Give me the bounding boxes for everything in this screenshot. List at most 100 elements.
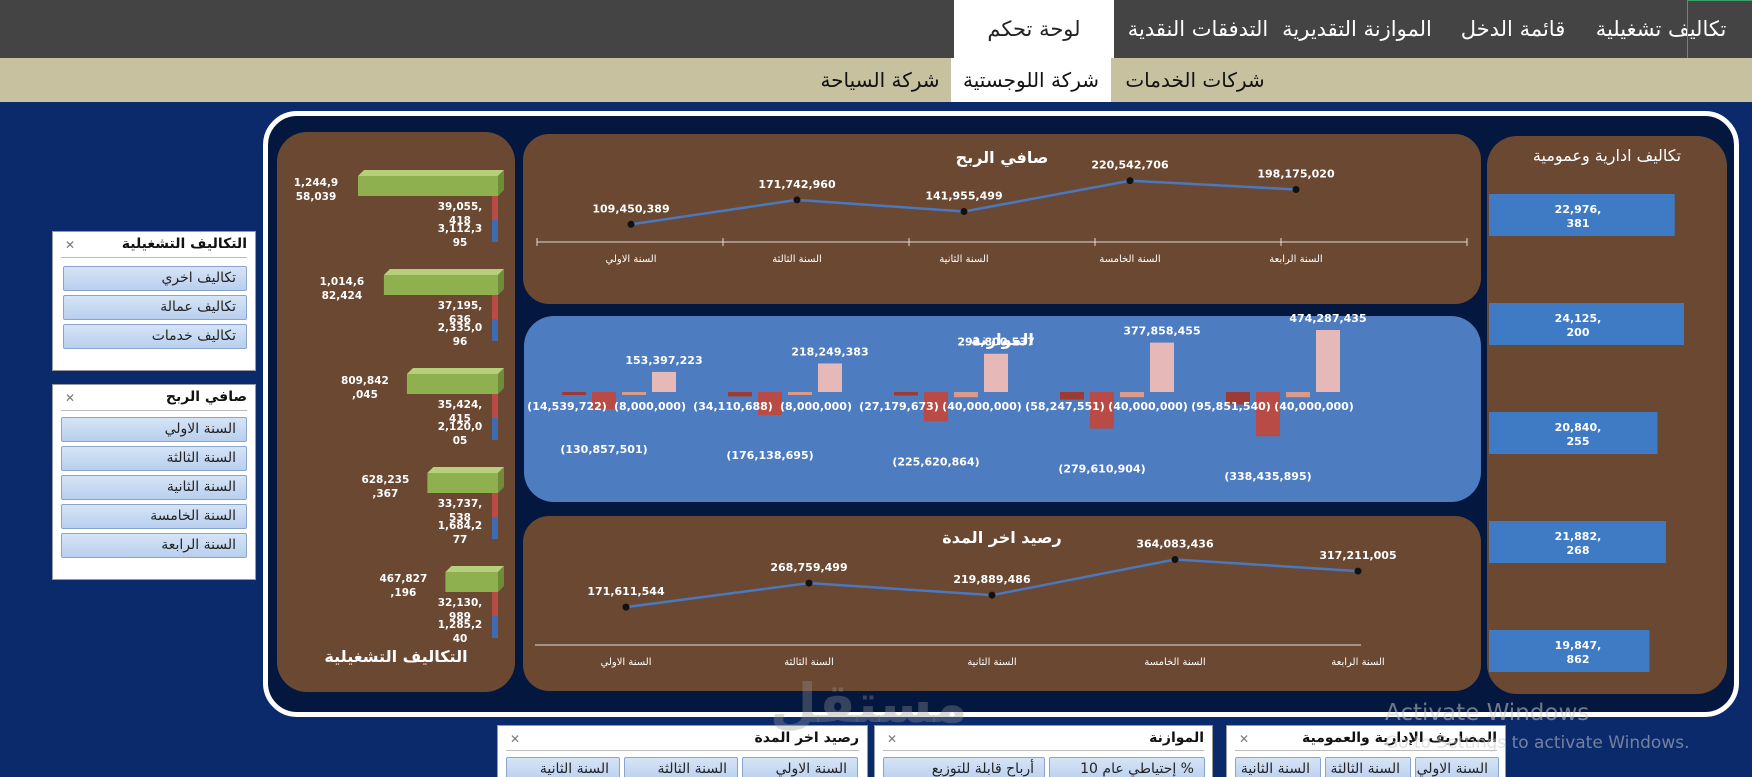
slicer-operating-costs: ✕ التكاليف التشغيلية تكاليف اخري تكاليف … [52, 231, 256, 371]
cost-data-label: 628,235,367 [361, 474, 409, 500]
admin-expenses-chart: 22,976, 38124,125, 20020,840, 25521,882, 268… [1489, 194, 1684, 672]
data-point [805, 579, 813, 587]
x-tick-label: السنة الثانية [939, 254, 988, 265]
brand-watermark: مستقل [770, 672, 968, 735]
slicer-item[interactable]: السنة الثالثة [624, 757, 738, 777]
slicer-title: الموازنة [1149, 730, 1204, 746]
x-tick-label: السنة الرابعة [1269, 254, 1322, 265]
clear-filter-icon[interactable]: ✕ [65, 238, 81, 252]
budget-bar [788, 392, 812, 395]
slicer-item[interactable]: السنة الثالثة [61, 446, 247, 471]
slicer-net-profit: ✕ صافي الربح السنة الاولي السنة الثالثة … [52, 384, 256, 580]
slicer-item[interactable]: السنة الخامسة [61, 504, 247, 529]
slicer-item[interactable]: السنة الثانية [1235, 757, 1321, 777]
budget-panel: الموازنة 153,397,223 (130,857,501) (14,539… [524, 312, 1481, 502]
cost-data-label: 1,244,9 58,039 [294, 177, 339, 203]
cost-data-label: 3,112,3 95 [438, 223, 483, 249]
slicer-item[interactable]: السنة الثانية [61, 475, 247, 500]
subtab-logistics-company[interactable]: شركة اللوجستية [951, 58, 1111, 102]
cost-bar-other [406, 374, 498, 394]
data-label: 198,175,020 [1257, 167, 1335, 180]
net-profit-panel: صافي الربح 109,450,389 السنة الاولي 171,74… [523, 134, 1481, 304]
data-point [627, 220, 635, 228]
data-label: 219,889,486 [953, 573, 1031, 586]
slicer-item[interactable]: إحتياطي عام 10 % [1049, 757, 1205, 777]
clear-filter-icon[interactable]: ✕ [65, 391, 81, 405]
slicer-divider [883, 750, 1204, 751]
slicer-divider [506, 750, 859, 751]
cost-bar-labor [492, 394, 498, 418]
budget-bar [562, 392, 586, 395]
slicer-item[interactable]: السنة الثانية [506, 757, 620, 777]
cost-data-label: 2,120,0 05 [438, 421, 483, 447]
slicer-item[interactable]: تكاليف اخري [63, 266, 247, 291]
tab-cash-flows[interactable]: التدفقات النقدية [1124, 0, 1272, 58]
budget-bar [622, 392, 646, 395]
slicer-item[interactable]: تكاليف خدمات [63, 324, 247, 349]
operating-costs-title: التكاليف التشغيلية [324, 647, 468, 666]
x-tick-label: السنة الاولي [601, 657, 652, 668]
slicer-item[interactable]: أرباح قابلة للتوزيع [883, 757, 1045, 777]
x-tick-label: السنة الرابعة [1331, 657, 1384, 668]
activation-watermark-title: Activate Windows [1385, 700, 1590, 726]
budget-data-label: 474,287,435 [1289, 312, 1366, 325]
budget-bar [818, 363, 842, 392]
admin-expenses-title: تكاليف ادارية وعمومية [1532, 146, 1682, 165]
budget-bar [894, 392, 918, 396]
cost-bar-top [445, 566, 504, 572]
budget-bar [652, 371, 676, 392]
budget-data-label: (40,000,000) [1274, 400, 1354, 413]
budget-data-label: 153,397,223 [625, 354, 702, 367]
operating-costs-panel: 1,244,9 58,039 39,055, 418 3,112,3 95 1,014,6 8… [277, 132, 515, 692]
budget-bar [954, 392, 978, 398]
x-tick-label: السنة الثالثة [784, 657, 834, 668]
budget-data-label: (58,247,551) [1025, 400, 1105, 413]
cost-data-label: 1,285,2 40 [438, 619, 483, 645]
x-tick-label: السنة الخامسة [1099, 254, 1160, 265]
slicer-title: التكاليف التشغيلية [121, 236, 247, 252]
net-profit-title: صافي الربح [955, 148, 1049, 167]
data-point [988, 591, 996, 599]
cost-bar-other [445, 572, 498, 592]
budget-bar [1286, 392, 1310, 398]
tab-dashboard[interactable]: لوحة تحكم [954, 0, 1114, 58]
budget-data-label: (27,179,673) [859, 400, 939, 413]
slicer-item[interactable]: السنة الرابعة [61, 533, 247, 558]
tab-estimated-budget[interactable]: الموازنة التقديرية [1272, 0, 1442, 58]
budget-bar [1150, 342, 1174, 392]
admin-expenses-panel: تكاليف ادارية وعمومية 22,976, 381 24,125, 2… [1487, 136, 1727, 694]
clear-filter-icon[interactable]: ✕ [510, 732, 526, 746]
slicer-title: صافي الربح [165, 389, 247, 405]
slicer-item[interactable]: تكاليف عمالة [63, 295, 247, 320]
clear-filter-icon[interactable]: ✕ [1239, 732, 1255, 746]
budget-data-label: (176,138,695) [726, 449, 813, 462]
cost-data-label: 1,684,2 77 [438, 520, 483, 546]
budget-bar [1256, 392, 1280, 437]
cost-bar-top [358, 170, 504, 176]
budget-data-label: (14,539,722) [527, 400, 607, 413]
operating-costs-chart: 1,244,9 58,03939,055, 4183,112,3 951,014,6 8… [294, 170, 504, 645]
cost-bar-labor [492, 295, 498, 319]
budget-bar [1120, 392, 1144, 398]
budget-bar [1060, 392, 1084, 400]
slicer-item[interactable]: السنة الثالثة [1325, 757, 1411, 777]
budget-data-label: (8,000,000) [614, 400, 686, 413]
subtab-tourism-company[interactable]: شركة السياحة [810, 58, 950, 102]
subtab-services-companies[interactable]: شركات الخدمات [1112, 58, 1278, 102]
budget-data-label: (130,857,501) [560, 443, 647, 456]
activation-watermark-subtitle: Go to Settings to activate Windows. [1385, 733, 1690, 753]
cost-bar-other [427, 473, 498, 493]
data-point [1126, 177, 1134, 185]
slicer-item[interactable]: السنة الاولي [742, 757, 858, 777]
x-tick-label: السنة الخامسة [1144, 657, 1205, 668]
budget-data-label: (34,110,688) [693, 400, 773, 413]
budget-data-label: (225,620,864) [892, 455, 979, 468]
cost-bar-services [492, 220, 498, 242]
slicer-divider [61, 257, 247, 258]
slicer-item[interactable]: السنة الاولي [1415, 757, 1499, 777]
data-label: 141,955,499 [925, 190, 1002, 203]
tab-income-statement[interactable]: قائمة الدخل [1448, 0, 1578, 58]
end-balance-title: رصيد اخر المدة [942, 528, 1062, 547]
cost-bar-other [383, 275, 498, 295]
slicer-item[interactable]: السنة الاولي [61, 417, 247, 442]
